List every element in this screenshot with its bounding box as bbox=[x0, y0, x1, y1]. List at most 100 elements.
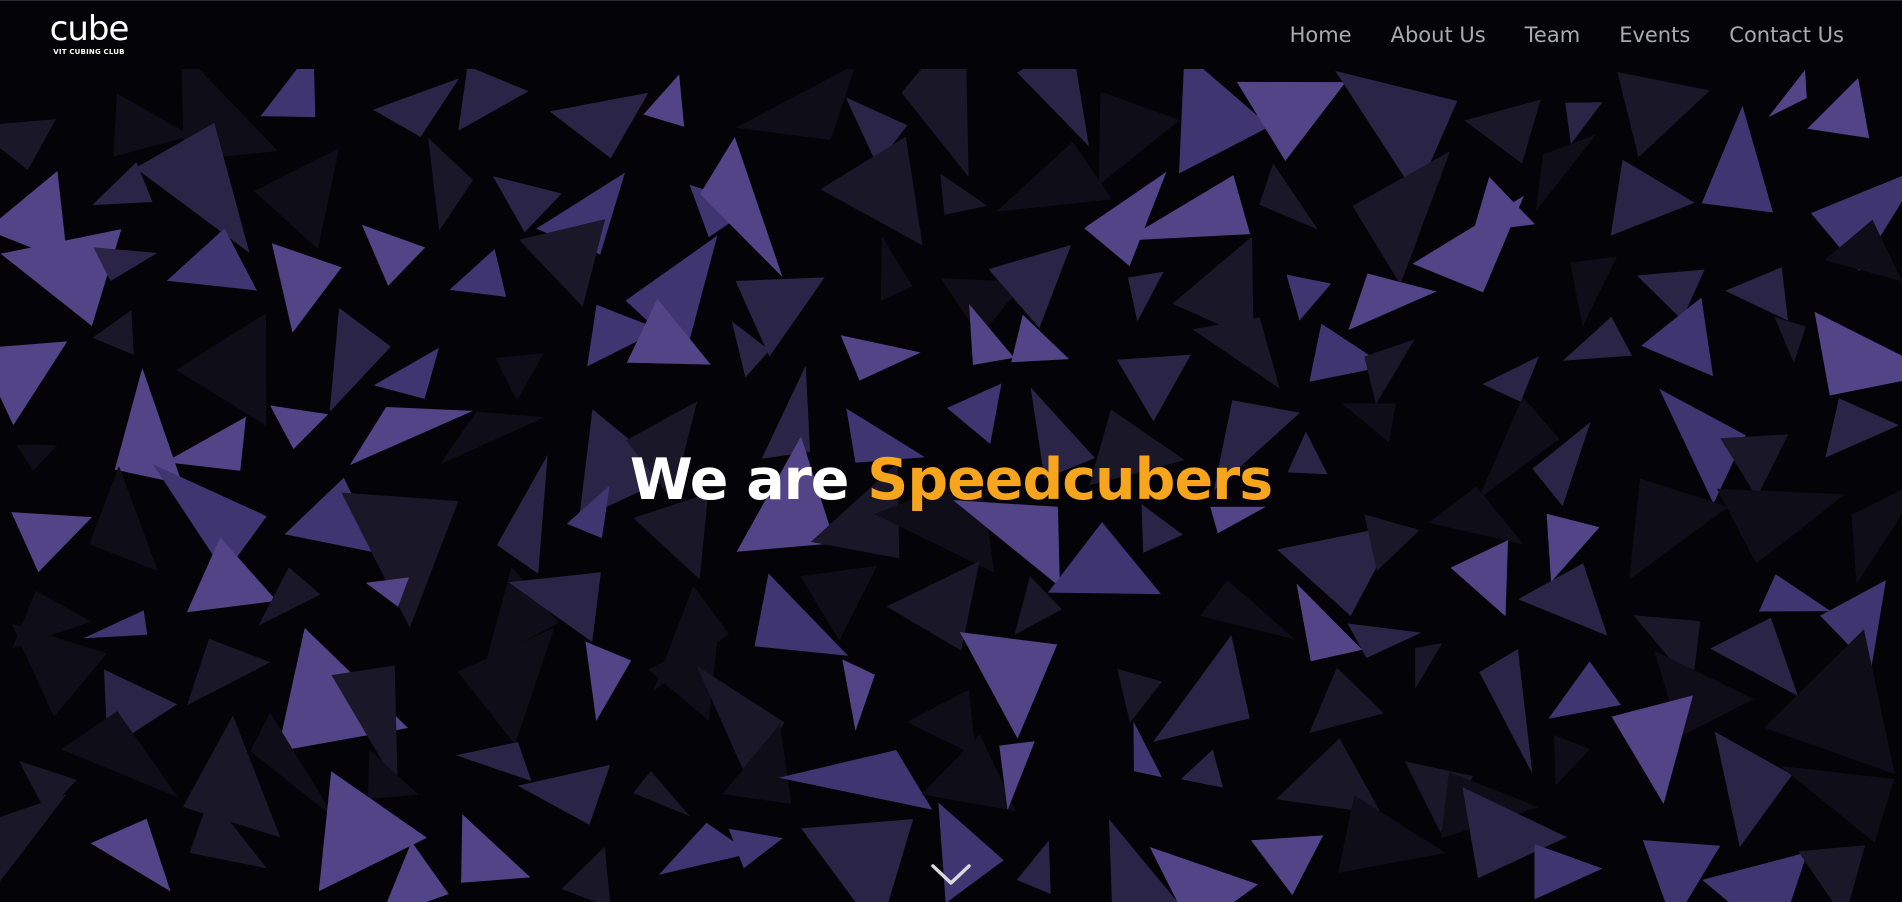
background-triangle bbox=[495, 353, 544, 401]
background-triangle bbox=[1714, 731, 1793, 848]
background-triangle bbox=[947, 383, 1002, 444]
background-triangle bbox=[549, 92, 649, 159]
background-triangle bbox=[1534, 844, 1603, 900]
background-triangle bbox=[61, 711, 178, 798]
background-triangle bbox=[842, 659, 875, 731]
background-triangle bbox=[735, 69, 855, 140]
background-triangle bbox=[458, 69, 529, 131]
background-triangle bbox=[880, 236, 913, 301]
background-triangle bbox=[461, 814, 531, 883]
background-triangle bbox=[361, 224, 426, 286]
background-triangle bbox=[1780, 766, 1895, 843]
nav-home[interactable]: Home bbox=[1290, 23, 1352, 47]
club-logo[interactable]: cube VIT CUBING CLUB bbox=[46, 9, 132, 59]
background-triangle bbox=[83, 610, 148, 639]
background-triangle bbox=[1798, 845, 1866, 902]
background-triangle bbox=[11, 623, 108, 717]
background-triangle bbox=[1098, 91, 1180, 186]
background-triangle bbox=[1774, 316, 1806, 363]
background-triangle bbox=[1611, 695, 1693, 804]
logo-subtitle: VIT CUBING CLUB bbox=[53, 48, 125, 56]
background-triangle bbox=[270, 405, 329, 450]
background-triangle bbox=[1701, 105, 1773, 213]
background-triangle bbox=[1347, 623, 1422, 658]
background-triangle bbox=[778, 750, 933, 810]
background-triangle bbox=[801, 819, 914, 902]
background-triangle bbox=[1017, 69, 1089, 147]
background-triangle bbox=[996, 141, 1113, 212]
background-triangle bbox=[840, 335, 921, 381]
background-triangle bbox=[1518, 563, 1608, 636]
background-triangle bbox=[1286, 274, 1332, 321]
scroll-down-button[interactable] bbox=[930, 862, 972, 888]
background-triangle bbox=[1807, 78, 1870, 139]
background-triangle bbox=[1192, 317, 1280, 389]
background-triangle bbox=[329, 307, 391, 412]
background-triangle bbox=[1710, 617, 1798, 696]
background-triangle bbox=[1764, 629, 1895, 774]
site-header: cube VIT CUBING CLUB Home About Us Team … bbox=[0, 1, 1902, 69]
background-triangle bbox=[428, 137, 474, 231]
background-triangle bbox=[1814, 311, 1902, 396]
background-triangle bbox=[449, 249, 507, 297]
nav-about-us[interactable]: About Us bbox=[1391, 23, 1486, 47]
nav-team[interactable]: Team bbox=[1525, 23, 1581, 47]
background-triangle bbox=[0, 341, 68, 426]
background-triangle bbox=[1117, 668, 1163, 723]
background-triangle bbox=[187, 638, 271, 706]
background-triangle bbox=[1133, 721, 1162, 778]
background-triangle bbox=[1758, 574, 1831, 612]
background-triangle bbox=[1364, 339, 1415, 405]
background-triangle bbox=[959, 632, 1058, 739]
background-triangle bbox=[519, 219, 606, 307]
background-triangle bbox=[92, 310, 134, 355]
background-triangle bbox=[1127, 271, 1164, 322]
background-triangle bbox=[1412, 195, 1524, 293]
background-triangle bbox=[906, 689, 976, 756]
nav-contact-us[interactable]: Contact Us bbox=[1729, 23, 1844, 47]
background-triangle bbox=[643, 74, 685, 127]
background-triangle bbox=[633, 771, 690, 817]
background-triangle bbox=[271, 243, 342, 333]
background-triangle bbox=[0, 119, 56, 170]
background-triangle bbox=[1348, 273, 1437, 330]
background-triangle bbox=[1479, 649, 1533, 774]
background-triangle bbox=[1180, 749, 1223, 788]
background-triangle bbox=[0, 229, 122, 326]
background-triangle bbox=[561, 846, 611, 902]
background-triangle bbox=[1341, 403, 1396, 443]
background-triangle bbox=[1309, 667, 1384, 734]
background-triangle bbox=[1702, 852, 1808, 902]
hero-title-prefix: We are bbox=[629, 447, 850, 514]
background-triangle bbox=[1464, 99, 1541, 164]
background-triangle bbox=[1200, 580, 1295, 640]
background-triangle bbox=[1250, 835, 1324, 896]
background-triangle bbox=[901, 69, 969, 177]
hero-title: We are Speedcubers bbox=[0, 447, 1902, 513]
background-triangle bbox=[175, 313, 267, 426]
background-triangle bbox=[1153, 635, 1250, 742]
nav-events[interactable]: Events bbox=[1619, 23, 1690, 47]
background-triangle bbox=[0, 794, 67, 882]
background-triangle bbox=[1117, 354, 1191, 422]
background-triangle bbox=[1725, 267, 1788, 321]
background-triangle bbox=[456, 742, 532, 781]
background-triangle bbox=[940, 173, 988, 215]
background-triangle bbox=[1450, 540, 1508, 617]
background-triangle bbox=[1617, 72, 1710, 158]
background-triangle bbox=[373, 78, 460, 137]
background-triangle bbox=[1610, 159, 1695, 236]
background-triangle bbox=[1553, 735, 1590, 786]
background-triangle bbox=[585, 641, 632, 721]
background-triangle bbox=[254, 148, 340, 250]
background-triangle bbox=[1570, 256, 1617, 327]
background-triangle bbox=[1565, 102, 1603, 144]
background-triangle bbox=[260, 69, 316, 118]
background-triangle bbox=[90, 818, 171, 892]
chevron-down-icon bbox=[931, 864, 971, 885]
background-triangle bbox=[1642, 840, 1721, 902]
background-triangle bbox=[1562, 316, 1632, 361]
main-nav: Home About Us Team Events Contact Us bbox=[1251, 23, 1844, 47]
background-triangle bbox=[1536, 134, 1597, 211]
background-triangle bbox=[11, 512, 92, 573]
